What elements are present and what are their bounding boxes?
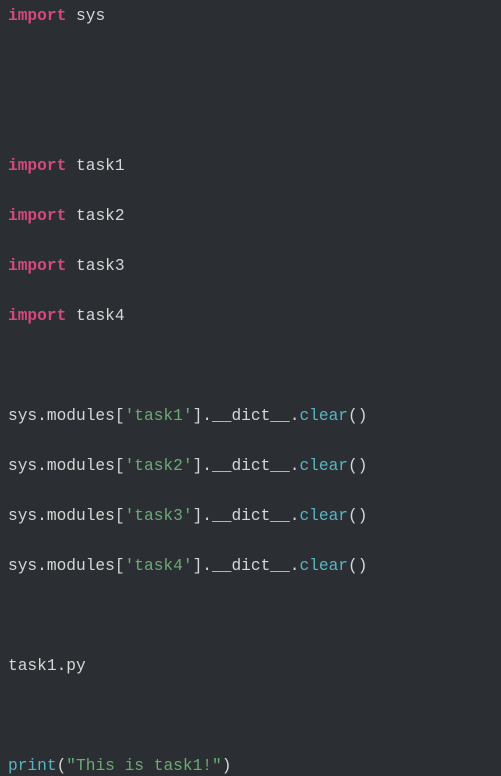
module-task1: task1 <box>76 157 125 175</box>
filename-task1: task1.py <box>8 654 493 679</box>
line-clear-task2: sys.modules['task2'].__dict__.clear() <box>8 454 493 479</box>
sys-modules: sys.modules <box>8 507 115 525</box>
clear-method: clear <box>299 507 348 525</box>
code-block: import sys import task1 import task2 imp… <box>0 0 501 776</box>
paren-pair: () <box>348 507 367 525</box>
open-bracket: [ <box>115 557 125 575</box>
close-paren: ) <box>222 757 232 775</box>
dot: . <box>202 457 212 475</box>
key-task3: 'task3' <box>125 507 193 525</box>
close-bracket: ] <box>193 407 203 425</box>
close-bracket: ] <box>193 457 203 475</box>
dunder-dict: __dict__ <box>212 507 290 525</box>
line-print-task1: print("This is task1!") <box>8 754 493 776</box>
dunder-dict: __dict__ <box>212 457 290 475</box>
line-clear-task1: sys.modules['task1'].__dict__.clear() <box>8 404 493 429</box>
open-bracket: [ <box>115 457 125 475</box>
blank-line <box>8 54 493 79</box>
paren-pair: () <box>348 407 367 425</box>
module-task4: task4 <box>76 307 125 325</box>
dot: . <box>290 457 300 475</box>
keyword-import: import <box>8 207 66 225</box>
keyword-import: import <box>8 157 66 175</box>
key-task2: 'task2' <box>125 457 193 475</box>
key-task4: 'task4' <box>125 557 193 575</box>
keyword-import: import <box>8 307 66 325</box>
blank-line <box>8 104 493 129</box>
open-bracket: [ <box>115 407 125 425</box>
paren-pair: () <box>348 457 367 475</box>
clear-method: clear <box>299 557 348 575</box>
dot: . <box>290 507 300 525</box>
line-import-sys: import sys <box>8 4 493 29</box>
open-bracket: [ <box>115 507 125 525</box>
clear-method: clear <box>299 457 348 475</box>
blank-line <box>8 354 493 379</box>
dunder-dict: __dict__ <box>212 407 290 425</box>
dot: . <box>202 557 212 575</box>
clear-method: clear <box>299 407 348 425</box>
sys-modules: sys.modules <box>8 557 115 575</box>
keyword-import: import <box>8 7 66 25</box>
dot: . <box>202 507 212 525</box>
print-fn: print <box>8 757 57 775</box>
dunder-dict: __dict__ <box>212 557 290 575</box>
print-msg-task1: "This is task1!" <box>66 757 221 775</box>
line-import-task2: import task2 <box>8 204 493 229</box>
keyword-import: import <box>8 257 66 275</box>
file-label: task1.py <box>8 657 86 675</box>
dot: . <box>290 557 300 575</box>
blank-line <box>8 704 493 729</box>
line-import-task4: import task4 <box>8 304 493 329</box>
sys-modules: sys.modules <box>8 457 115 475</box>
dot: . <box>290 407 300 425</box>
module-task3: task3 <box>76 257 125 275</box>
line-clear-task4: sys.modules['task4'].__dict__.clear() <box>8 554 493 579</box>
blank-line <box>8 604 493 629</box>
line-import-task1: import task1 <box>8 154 493 179</box>
line-clear-task3: sys.modules['task3'].__dict__.clear() <box>8 504 493 529</box>
line-import-task3: import task3 <box>8 254 493 279</box>
close-bracket: ] <box>193 507 203 525</box>
module-task2: task2 <box>76 207 125 225</box>
key-task1: 'task1' <box>125 407 193 425</box>
dot: . <box>202 407 212 425</box>
close-bracket: ] <box>193 557 203 575</box>
module-sys: sys <box>76 7 105 25</box>
sys-modules: sys.modules <box>8 407 115 425</box>
paren-pair: () <box>348 557 367 575</box>
open-paren: ( <box>57 757 67 775</box>
